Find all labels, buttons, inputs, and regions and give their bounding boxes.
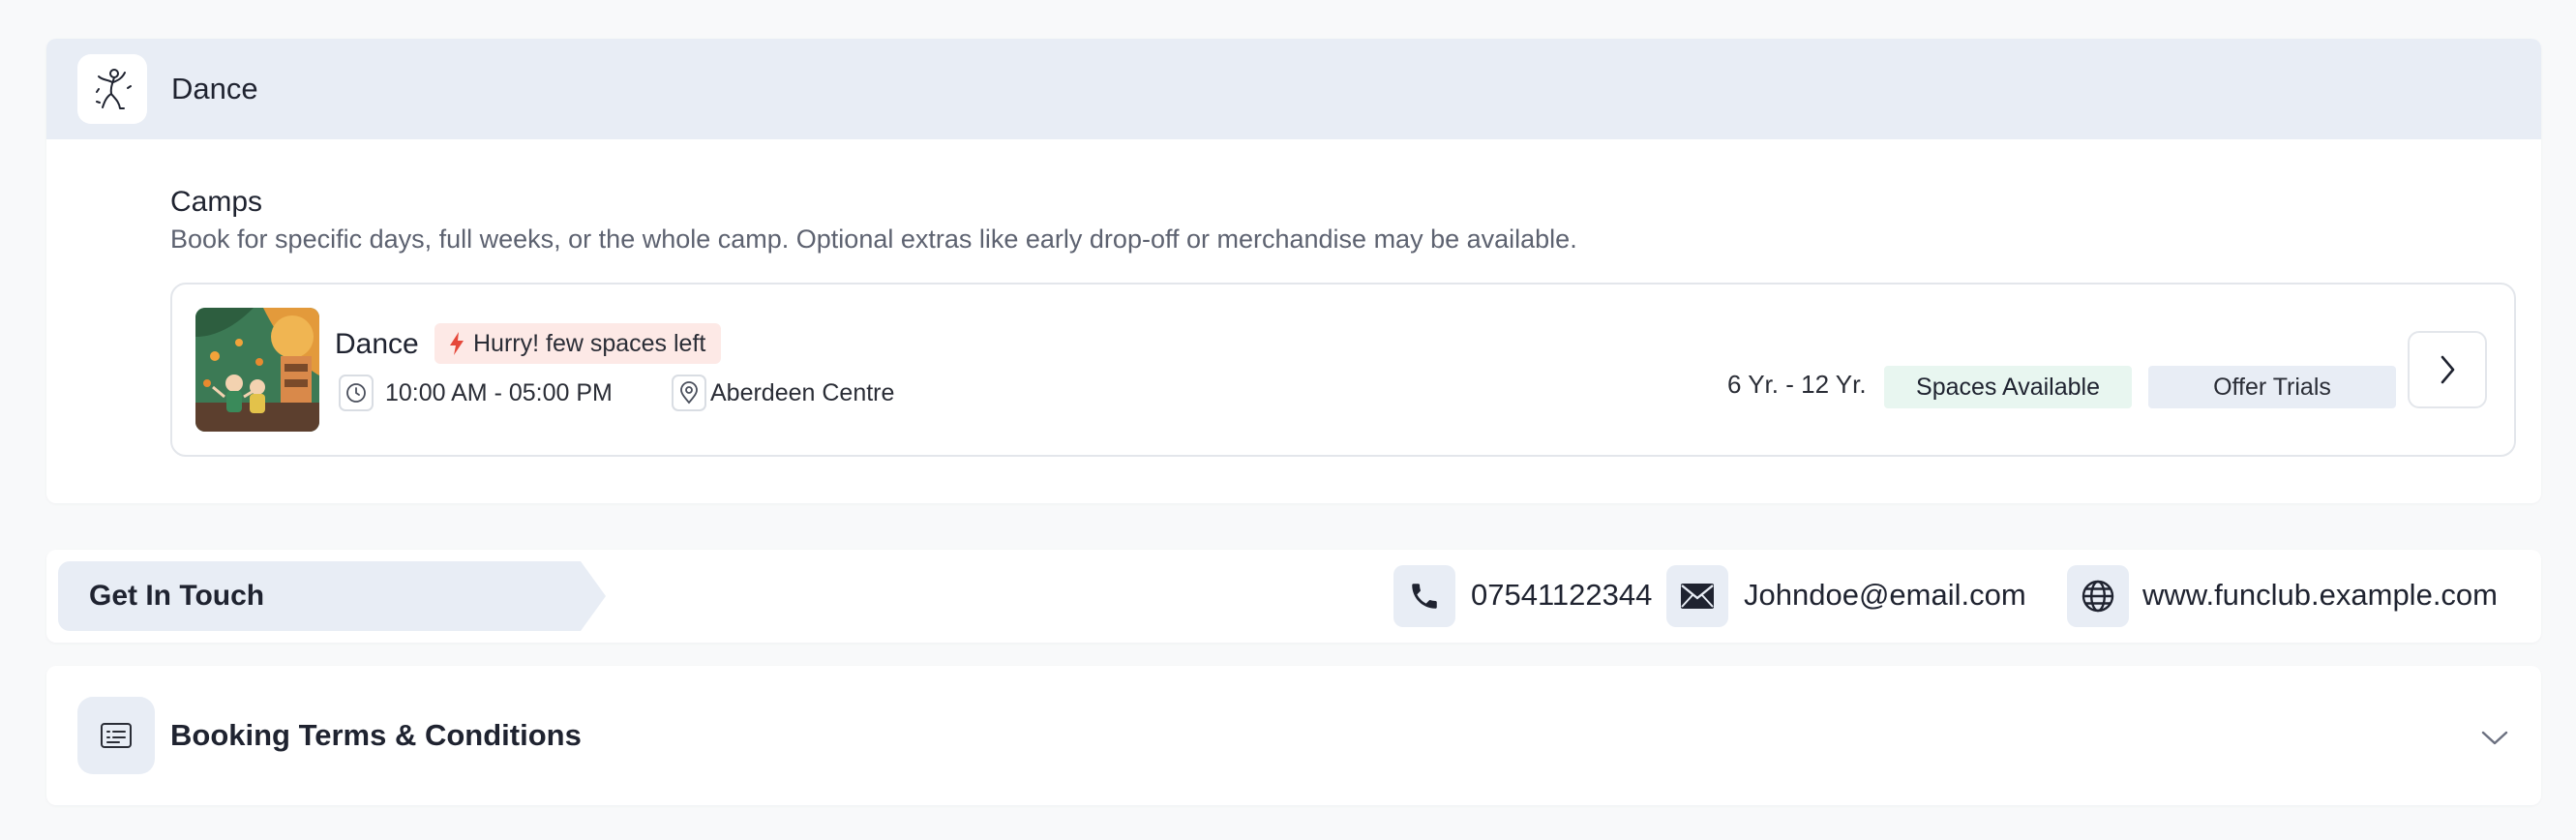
contact-heading-arrow [581,561,606,631]
category-title: Dance [171,72,258,105]
category-card: Dance Camps Book for specific days, full… [46,39,2541,503]
trials-badge: Offer Trials [2148,366,2396,408]
chevron-right-icon [2441,355,2455,384]
dancer-icon [77,54,147,124]
category-header: Dance [46,39,2541,139]
contact-website[interactable]: www.funclub.example.com [2142,578,2498,613]
contact-heading: Get In Touch [58,561,581,631]
urgency-text: Hurry! few spaces left [473,329,706,357]
envelope-icon [1666,565,1728,627]
clock-icon [339,375,374,411]
document-list-icon [77,697,155,774]
location-pin-icon [672,375,706,411]
chevron-down-icon[interactable] [2475,718,2514,757]
camp-time: 10:00 AM - 05:00 PM [385,379,613,406]
terms-title: Booking Terms & Conditions [170,718,582,752]
camp-thumbnail [195,308,319,432]
globe-icon [2067,565,2129,627]
contact-phone[interactable]: 07541122344 [1471,578,1652,613]
section-description: Book for specific days, full weeks, or t… [170,225,1577,254]
terms-accordion[interactable]: Booking Terms & Conditions [46,666,2541,805]
availability-badge: Spaces Available [1884,366,2132,408]
contact-email[interactable]: Johndoe@email.com [1744,578,2026,613]
camp-location: Aberdeen Centre [710,379,895,406]
urgency-badge: Hurry! few spaces left [434,323,722,364]
contact-card: Get In Touch 07541122344 Johndoe@email.c… [46,550,2541,643]
phone-icon [1393,565,1455,627]
lightning-icon [450,332,464,355]
open-camp-button[interactable] [2408,331,2487,408]
camp-list-item[interactable]: Dance Hurry! few spaces left 10:00 AM - … [170,283,2516,457]
age-range: 6 Yr. - 12 Yr. [1727,370,1867,399]
camp-name: Dance [335,328,419,360]
section-title: Camps [170,186,263,218]
